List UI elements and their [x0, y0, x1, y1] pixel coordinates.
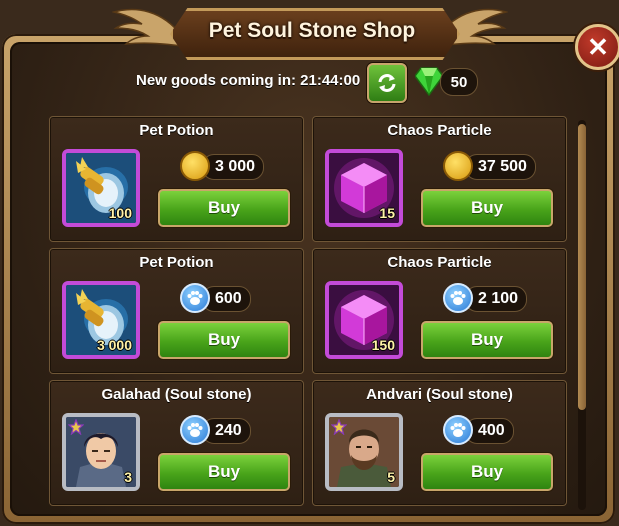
gold-coin-icon [443, 151, 473, 181]
item-title: Andvari (Soul stone) [366, 386, 513, 403]
buy-button[interactable]: Buy [421, 321, 553, 359]
item-quantity: 5 [387, 469, 395, 485]
shop-item-card: Galahad (Soul stone) 3 240 Buy [49, 380, 304, 506]
page-title: Pet Soul Stone Shop [208, 19, 416, 42]
gem-balance: 50 [440, 68, 478, 96]
item-quantity: 3 000 [96, 337, 132, 353]
close-icon: ✕ [587, 31, 609, 62]
price-value: 2 100 [465, 286, 528, 312]
pet-paw-icon [443, 415, 473, 445]
price-value: 37 500 [465, 154, 536, 180]
item-title: Chaos Particle [387, 122, 492, 139]
emerald-gem-icon [415, 67, 443, 96]
galahad-portrait-icon: 3 [62, 413, 140, 491]
shop-item-card: Chaos Particle 150 2 100 Buy [312, 248, 567, 374]
item-quantity: 3 [124, 469, 132, 485]
item-title: Pet Potion [139, 122, 214, 139]
buy-button[interactable]: Buy [158, 189, 290, 227]
star-icon [331, 419, 347, 435]
shop-item-card: Pet Potion 3 000 600 Buy [49, 248, 304, 374]
item-quantity: 150 [371, 337, 395, 353]
pet-potion-icon: 3 000 [62, 281, 140, 359]
pet-potion-icon: 100 [62, 149, 140, 227]
scrollbar[interactable] [578, 120, 586, 510]
item-quantity: 100 [108, 205, 132, 221]
buy-button[interactable]: Buy [158, 453, 290, 491]
gold-coin-icon [180, 151, 210, 181]
shop-item-card: Pet Potion 100 3 000 Buy [49, 116, 304, 242]
shop-item-card: Chaos Particle 15 37 500 Buy [312, 116, 567, 242]
restock-timer: New goods coming in: 21:44:00 [136, 72, 361, 89]
refresh-button[interactable] [367, 63, 407, 103]
item-title: Pet Potion [139, 254, 214, 271]
buy-button[interactable]: Buy [421, 453, 553, 491]
close-button[interactable]: ✕ [575, 24, 619, 70]
buy-button[interactable]: Buy [158, 321, 290, 359]
scrollbar-thumb[interactable] [578, 124, 586, 410]
refresh-icon [378, 74, 396, 92]
andvari-portrait-icon: 5 [325, 413, 403, 491]
pet-paw-icon [180, 415, 210, 445]
item-title: Chaos Particle [387, 254, 492, 271]
chaos-particle-icon: 150 [325, 281, 403, 359]
price-value: 3 000 [202, 154, 265, 180]
item-quantity: 15 [379, 205, 395, 221]
shop-item-card: Andvari (Soul stone) 5 400 Buy [312, 380, 567, 506]
pet-paw-icon [180, 283, 210, 313]
chaos-particle-icon: 15 [325, 149, 403, 227]
item-title: Galahad (Soul stone) [101, 386, 252, 403]
buy-button[interactable]: Buy [421, 189, 553, 227]
pet-paw-icon [443, 283, 473, 313]
star-icon [68, 419, 84, 435]
